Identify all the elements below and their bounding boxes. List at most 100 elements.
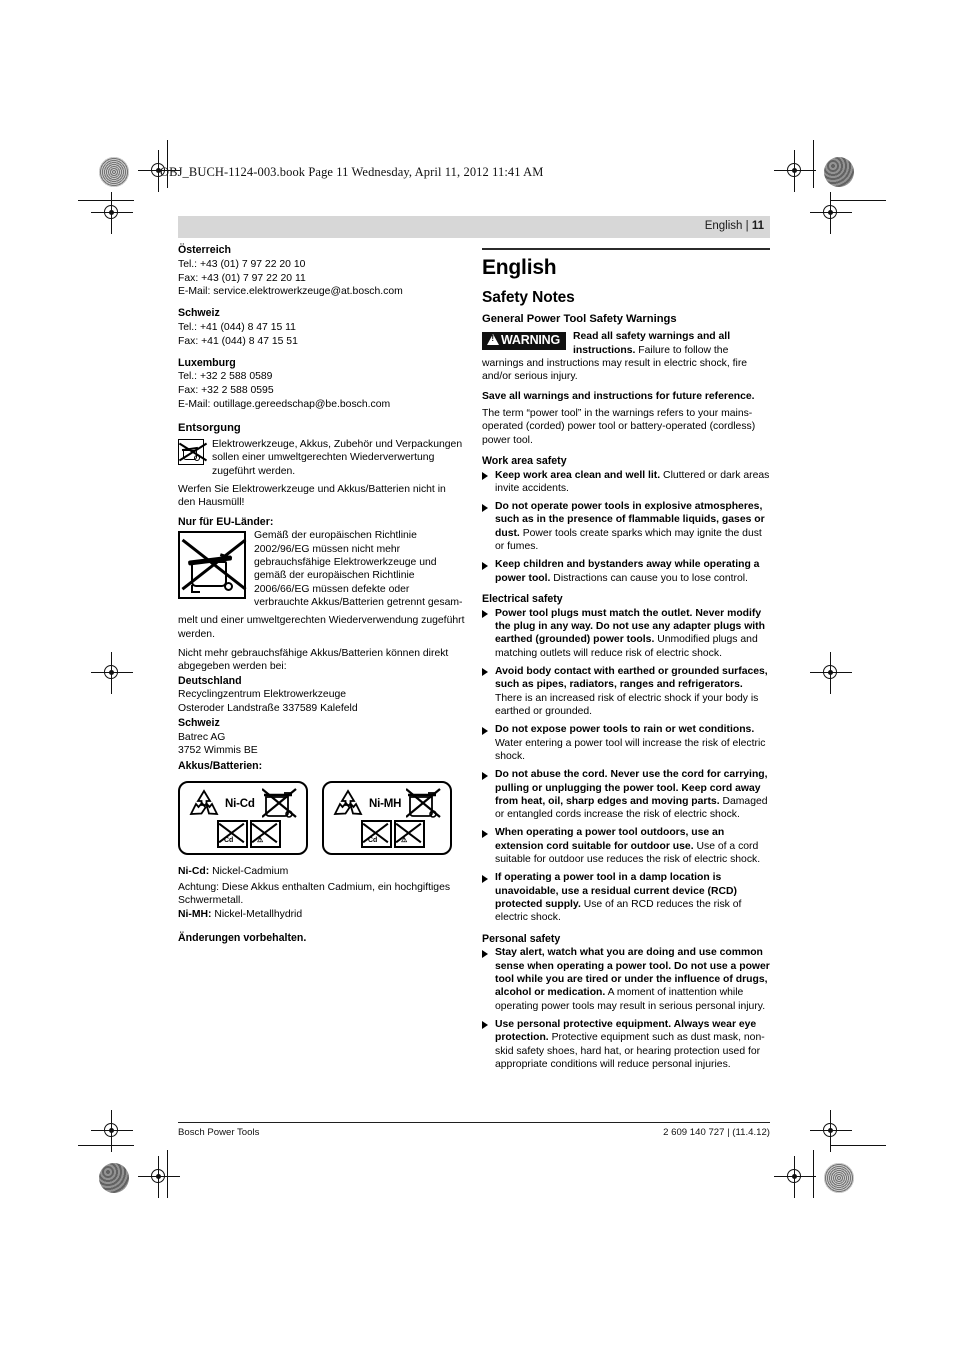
left-column: Österreich Tel.: +43 (01) 7 97 22 20 10 …	[178, 244, 466, 1076]
bullet-rest: There is an increased risk of electric s…	[495, 692, 759, 717]
disposal-icon-text: Elektrowerkzeuge, Akkus, Zubehör und Ver…	[212, 439, 463, 477]
save-warnings-paragraph: Save all warnings and instructions for f…	[482, 390, 770, 403]
crop-line-right-upper-horizontal	[830, 200, 886, 202]
chapter-rule	[482, 248, 770, 250]
bullet-rest: Power tools create sparks which may igni…	[495, 527, 762, 553]
bullet-triangle-icon	[482, 561, 488, 570]
contact-block-austria: Österreich Tel.: +43 (01) 7 97 22 20 10 …	[178, 244, 466, 299]
halftone-dot-top-right	[824, 157, 854, 187]
bullet-triangle-icon	[482, 668, 488, 677]
two-column-layout: Österreich Tel.: +43 (01) 7 97 22 20 10 …	[178, 244, 770, 1076]
safety-bullet-item: Use personal protective equipment. Alway…	[482, 1018, 770, 1071]
warning-badge: WARNING	[482, 332, 567, 351]
nimh-text: Nickel-Metallhydrid	[214, 909, 303, 921]
registration-mark-bottom-left-inner	[138, 1156, 180, 1198]
nicd-warning: Achtung: Diese Akkus enthalten Cadmium, …	[178, 881, 451, 907]
book-file-info-line: OBJ_BUCH-1124-003.book Page 11 Wednesday…	[160, 165, 544, 179]
bullet-list-personal-safety: Stay alert, watch what you are doing and…	[482, 946, 770, 1071]
halftone-dot-top-left	[99, 157, 129, 187]
bullet-triangle-icon	[482, 610, 488, 619]
contact-line: E-Mail: service.elektrowerkzeuge@at.bosc…	[178, 286, 403, 298]
crop-line-top-right-vertical	[813, 140, 815, 188]
footer-right-text: 2 609 140 727 | (11.4.12)	[663, 1127, 770, 1138]
nicd-label: Ni-Cd:	[178, 865, 210, 877]
crop-line-bottom-left-vertical	[167, 1150, 169, 1198]
crop-line-left-lower-horizontal	[78, 1145, 134, 1147]
crossed-out-wheelie-bin-icon-large	[178, 531, 247, 600]
group-heading-personal-safety: Personal safety	[482, 932, 561, 945]
registration-mark-bottom-right-inner	[774, 1156, 816, 1198]
return-site-country-heading: Deutschland	[178, 674, 242, 687]
group-heading-work-area-safety: Work area safety	[482, 454, 567, 467]
safety-bullet-item: Do not expose power tools to rain or wet…	[482, 723, 770, 763]
contact-line: Tel.: +41 (044) 8 47 15 11	[178, 321, 296, 333]
nimh-label: Ni-MH:	[178, 909, 212, 921]
running-head-bar: English | 11	[178, 216, 770, 238]
save-warnings-bold: Save all warnings and instructions for f…	[482, 390, 755, 402]
disposal-heading: Entsorgung	[178, 421, 241, 434]
safety-bullet-item: Stay alert, watch what you are doing and…	[482, 946, 770, 1013]
contact-lines: Tel.: +41 (044) 8 47 15 11 Fax: +41 (044…	[178, 321, 466, 349]
registration-mark-left-middle	[91, 652, 133, 694]
warning-badge-label: WARNING	[501, 333, 561, 348]
safety-bullet-item: If operating a power tool in a damp loca…	[482, 871, 770, 924]
battery-chemistry-notes: Ni-Cd: Nickel-Cadmium	[178, 865, 466, 879]
return-site-lines: Recyclingzentrum Elektrowerkzeuge Ostero…	[178, 688, 466, 716]
subsection-title-general-warnings: General Power Tool Safety Warnings	[482, 312, 677, 325]
return-site-line: Osteroder Landstraße 337589 Kalefeld	[178, 703, 358, 715]
bullet-triangle-icon	[482, 771, 488, 780]
bullet-bold: When operating a power tool outdoors, us…	[495, 827, 725, 852]
footer-row: Bosch Power Tools 2 609 140 727 | (11.4.…	[178, 1123, 770, 1138]
crop-line-right-lower-horizontal	[830, 1145, 886, 1147]
registration-mark-top-right-inner	[774, 150, 816, 192]
safety-bullet-item: Keep work area clean and well lit. Clutt…	[482, 469, 770, 496]
bullet-triangle-icon	[482, 874, 488, 883]
safety-bullet-item: Power tool plugs must match the outlet. …	[482, 607, 770, 660]
contact-line: E-Mail: outillage.gereedschap@be.bosch.c…	[178, 398, 391, 410]
return-site-lines: Batrec AG 3752 Wimmis BE	[178, 731, 466, 759]
column-gutter	[466, 244, 482, 1076]
crop-line-bottom-right-vertical	[813, 1150, 815, 1198]
footer-left-text: Bosch Power Tools	[178, 1127, 260, 1138]
group-heading-electrical-safety: Electrical safety	[482, 593, 563, 606]
bullet-triangle-icon	[482, 949, 488, 958]
eu-directive-icon-row: Gemäß der europäischen Richtlinie 2002/9…	[178, 529, 466, 609]
nimh-note: Ni-MH: Nickel-Metallhydrid	[178, 908, 466, 922]
changes-reserved-note: Änderungen vorbehalten.	[178, 932, 307, 945]
running-head-page-number: 11	[751, 220, 764, 232]
contact-line: Tel.: +32 2 588 0589	[178, 371, 273, 383]
bullet-rest: Distractions can cause you to lose contr…	[550, 572, 748, 584]
disposal-icon-row: Elektrowerkzeuge, Akkus, Zubehör und Ver…	[178, 438, 466, 478]
return-site-line: Recyclingzentrum Elektrowerkzeuge	[178, 689, 347, 701]
eu-countries-heading: Nur für EU-Länder:	[178, 515, 274, 528]
eu-directive-continuation: melt und einer umweltgerechten Wiederver…	[178, 615, 465, 640]
registration-mark-right-middle	[810, 652, 852, 694]
section-title-safety-notes: Safety Notes	[482, 289, 575, 307]
safety-bullet-item: Do not operate power tools in explosive …	[482, 500, 770, 553]
contact-country-heading: Luxemburg	[178, 356, 236, 369]
bullet-bold: Keep work area clean and well lit.	[495, 469, 661, 481]
return-site-line: Batrec AG	[178, 731, 226, 743]
crossed-out-wheelie-bin-icon-small	[178, 439, 208, 466]
return-site-country-heading: Schweiz	[178, 716, 220, 729]
bullet-triangle-icon	[482, 726, 488, 735]
batteries-heading: Akkus/Batterien:	[178, 760, 263, 773]
bullet-rest: Water entering a power tool will increas…	[495, 737, 766, 762]
battery-prohibition-box-right: ⚠	[250, 819, 281, 848]
battery-prohibition-box-right: ⚠	[394, 819, 425, 848]
battery-label-nimh: Ni-MH Cd ⚠	[322, 780, 452, 855]
contact-block-luxembourg: Luxemburg Tel.: +32 2 588 0589 Fax: +32 …	[178, 357, 466, 412]
registration-mark-left-lower	[91, 1110, 133, 1152]
crop-line-top-left-vertical	[167, 140, 169, 188]
contact-country-heading: Schweiz	[178, 307, 220, 320]
bullet-triangle-icon	[482, 503, 488, 512]
recycling-arrows-icon	[189, 789, 219, 815]
battery-prohibition-box-left: Cd	[217, 819, 248, 848]
eu-directive-icon-text: Gemäß der europäischen Richtlinie 2002/9…	[254, 530, 463, 608]
battery-prohibition-box-left: Cd	[361, 819, 392, 848]
contact-country-heading: Österreich	[178, 244, 231, 256]
safety-bullet-item: When operating a power tool outdoors, us…	[482, 826, 770, 866]
registration-mark-right-lower	[810, 1110, 852, 1152]
bullet-list-electrical-safety: Power tool plugs must match the outlet. …	[482, 607, 770, 925]
running-head-language: English	[704, 220, 743, 232]
